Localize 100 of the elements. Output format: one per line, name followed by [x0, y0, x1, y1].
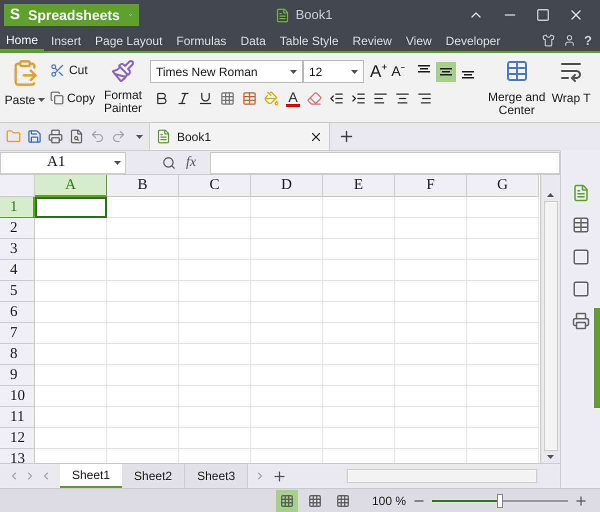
grid-cell[interactable] [251, 239, 323, 260]
grid-cell[interactable] [35, 344, 107, 365]
align-right-icon[interactable] [417, 91, 432, 106]
grid-cell[interactable] [107, 365, 179, 386]
grid-cell[interactable] [251, 260, 323, 281]
grid-cell[interactable] [395, 302, 467, 323]
user-icon[interactable] [563, 34, 576, 47]
grid-cell[interactable] [323, 407, 395, 428]
grid-cell[interactable] [107, 281, 179, 302]
italic-icon[interactable] [176, 91, 191, 106]
grid-cell[interactable] [251, 344, 323, 365]
grid-cell[interactable] [467, 365, 539, 386]
grid-cell[interactable] [179, 344, 251, 365]
grid-cell[interactable] [467, 260, 539, 281]
column-header[interactable]: G [467, 175, 539, 197]
grid-cell[interactable] [395, 386, 467, 407]
name-box[interactable]: A1 [0, 152, 126, 174]
function-label[interactable]: fx [186, 152, 196, 173]
align-center-icon[interactable] [395, 91, 410, 106]
cell-style-icon[interactable] [242, 91, 257, 106]
row-header[interactable]: 3 [0, 239, 35, 260]
grid-cell[interactable] [467, 218, 539, 239]
grid-cell[interactable] [467, 386, 539, 407]
column-header[interactable]: F [395, 175, 467, 197]
row-header[interactable]: 4 [0, 260, 35, 281]
copy-button[interactable]: Copy [50, 89, 100, 107]
grid-cell[interactable] [251, 281, 323, 302]
cut-button[interactable]: Cut [50, 61, 100, 79]
grid-cell[interactable] [323, 260, 395, 281]
grid-cell[interactable] [179, 365, 251, 386]
grid-cell[interactable] [179, 239, 251, 260]
grid-cell[interactable] [467, 344, 539, 365]
fill-color-icon[interactable] [264, 91, 279, 106]
grid-cell[interactable] [107, 428, 179, 449]
grid-cell[interactable] [251, 197, 323, 218]
font-color-button[interactable]: A [286, 90, 300, 106]
grid-cell[interactable] [107, 197, 179, 218]
grid-cell[interactable] [107, 302, 179, 323]
increase-indent-icon[interactable] [351, 91, 366, 106]
grid-cell[interactable] [251, 365, 323, 386]
undo-icon[interactable] [90, 129, 105, 144]
grid-cell[interactable] [395, 407, 467, 428]
grid-cell[interactable] [395, 281, 467, 302]
sheet-tab[interactable]: Sheet1 [60, 464, 122, 488]
row-header[interactable]: 6 [0, 302, 35, 323]
column-header[interactable]: B [107, 175, 179, 197]
menu-tab[interactable]: Page Layout [88, 30, 170, 51]
bold-icon[interactable] [154, 91, 169, 106]
row-header[interactable]: 8 [0, 344, 35, 365]
format-painter-button[interactable]: Format Painter [100, 59, 146, 115]
row-header[interactable]: 7 [0, 323, 35, 344]
column-header[interactable]: C [179, 175, 251, 197]
menu-tab[interactable]: Developer [438, 30, 508, 51]
menu-tab[interactable]: Formulas [169, 30, 234, 51]
grid-cell[interactable] [35, 281, 107, 302]
row-header[interactable]: 2 [0, 218, 35, 239]
merge-center-button[interactable]: Merge and Center [488, 59, 546, 117]
zoom-in-icon[interactable] [574, 494, 588, 508]
grid-cell[interactable] [35, 218, 107, 239]
row-header[interactable]: 12 [0, 428, 35, 449]
maximize-icon[interactable] [536, 8, 550, 22]
grid-cell[interactable] [323, 197, 395, 218]
font-select[interactable]: Times New Roman [150, 60, 303, 84]
save-icon[interactable] [27, 129, 42, 144]
grid-cell[interactable] [251, 407, 323, 428]
print-icon[interactable] [48, 129, 63, 144]
vertical-scrollbar[interactable] [540, 175, 560, 463]
grid-cell[interactable] [395, 239, 467, 260]
add-sheet-icon[interactable] [272, 468, 288, 484]
grid-cell[interactable] [323, 428, 395, 449]
grow-font-button[interactable]: A⁺ [370, 59, 388, 84]
grid-cell[interactable] [107, 344, 179, 365]
grid-cell[interactable] [107, 386, 179, 407]
grid-cell[interactable] [35, 302, 107, 323]
sheet-tab[interactable]: Sheet3 [185, 464, 248, 488]
menu-tab[interactable]: Review [346, 30, 399, 51]
grid-cell[interactable] [467, 197, 539, 218]
wrap-text-button[interactable]: Wrap T [552, 59, 591, 105]
align-left-icon[interactable] [373, 91, 388, 106]
grid-cell[interactable] [35, 323, 107, 344]
menu-tab[interactable]: Table Style [272, 30, 346, 51]
grid-cell[interactable] [323, 344, 395, 365]
row-header[interactable]: 13 [0, 449, 35, 463]
grid-cell[interactable] [179, 281, 251, 302]
grid-cell[interactable] [323, 218, 395, 239]
grid-cell[interactable] [323, 386, 395, 407]
grid-cell[interactable] [35, 260, 107, 281]
grid-cell[interactable] [251, 218, 323, 239]
grid-cell[interactable] [107, 260, 179, 281]
grid-cell[interactable] [107, 323, 179, 344]
shrink-font-button[interactable]: A⁻ [391, 61, 406, 82]
search-icon[interactable] [162, 156, 176, 170]
row-header[interactable]: 10 [0, 386, 35, 407]
document-icon[interactable] [572, 184, 590, 202]
grid-cell[interactable] [251, 428, 323, 449]
grid-cell[interactable] [467, 428, 539, 449]
menu-tab[interactable]: Data [233, 30, 273, 51]
grid-cell[interactable] [107, 239, 179, 260]
grid-cell[interactable] [179, 323, 251, 344]
grid-cell[interactable] [107, 407, 179, 428]
